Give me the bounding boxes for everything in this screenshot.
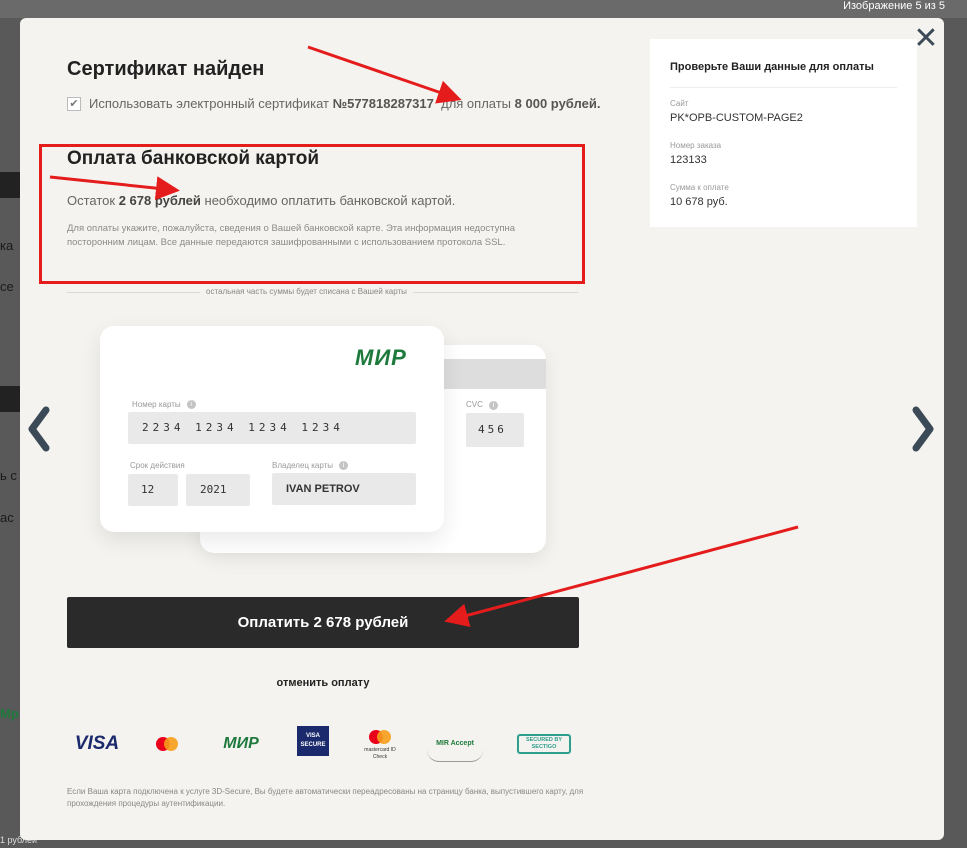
cvc-input[interactable]: 456 xyxy=(466,413,524,447)
expiry-month-input[interactable]: 12 xyxy=(128,474,178,506)
sectigo-logo: SECURED BY SECTIGO xyxy=(517,734,571,754)
image-counter: Изображение 5 из 5 xyxy=(843,0,945,12)
checkbox-checked-icon[interactable]: ✔ xyxy=(67,96,81,111)
mastercard-logo xyxy=(147,726,187,762)
prev-arrow-icon[interactable] xyxy=(24,406,54,452)
order-value: 123133 xyxy=(670,154,707,166)
mir-logo: МИР xyxy=(355,345,407,370)
security-note: Для оплаты укажите, пожалуйста, сведения… xyxy=(67,223,515,248)
next-arrow-icon[interactable] xyxy=(908,406,938,452)
remaining-amount: 2 678 рублей xyxy=(118,193,201,208)
card-front: МИР Номер карты i 2234 1234 1234 1234 Сро… xyxy=(100,326,444,532)
cert-number: №577818287317 xyxy=(332,96,434,111)
site-label: Сайт xyxy=(670,99,689,108)
info-icon: i xyxy=(488,401,498,410)
card-number-label: Номер карты i xyxy=(132,400,196,409)
background-stripe xyxy=(0,172,20,198)
pay-button[interactable]: Оплатить 2 678 рублей xyxy=(67,597,579,648)
card-number-input[interactable]: 2234 1234 1234 1234 xyxy=(128,412,416,444)
cancel-payment-link[interactable]: отменить оплату xyxy=(20,677,626,689)
holder-input[interactable]: IVAN PETROV xyxy=(272,473,416,505)
mir-accept-logo: MIR Accept xyxy=(427,726,483,762)
visa-secure-logo: VISA SECURE xyxy=(297,726,329,756)
image-lightbox: ✕ Сертификат найден ✔ Использовать элект… xyxy=(20,18,944,840)
3d-secure-note: Если Ваша карта подключена к услуге 3D-S… xyxy=(67,787,584,808)
mastercard-idcheck-logo: mastercard ID Check xyxy=(363,726,397,762)
expiry-year-input[interactable]: 2021 xyxy=(186,474,250,506)
background-fragment: ка xyxy=(0,238,14,253)
cert-text-for: для оплаты xyxy=(441,96,512,111)
expiry-label: Срок действия xyxy=(130,461,185,470)
holder-label: Владелец карты i xyxy=(272,461,349,470)
background-stripe xyxy=(0,386,20,412)
summary-divider xyxy=(670,87,897,88)
background-fragment: ас xyxy=(0,510,14,525)
sum-value: 10 678 руб. xyxy=(670,196,728,208)
background-fragment: ь с xyxy=(0,468,17,483)
cert-text-use: Использовать электронный сертификат xyxy=(89,96,329,111)
info-icon: i xyxy=(186,400,196,409)
order-label: Номер заказа xyxy=(670,141,722,150)
remaining-amount-text: Остаток 2 678 рублей необходимо оплатить… xyxy=(67,193,456,208)
summary-title: Проверьте Ваши данные для оплаты xyxy=(670,61,874,73)
info-icon: i xyxy=(339,461,349,470)
payment-summary-panel: Проверьте Ваши данные для оплаты Сайт PK… xyxy=(650,39,917,227)
sum-label: Сумма к оплате xyxy=(670,183,729,192)
certificate-checkbox-row[interactable]: ✔ Использовать электронный сертификат №5… xyxy=(67,96,600,111)
payment-logos: VISA МИР VISA SECURE mastercard ID Check… xyxy=(67,726,587,762)
visa-logo: VISA xyxy=(74,733,120,754)
background-fragment: Мр xyxy=(0,706,19,721)
mir-payment-logo: МИР xyxy=(223,735,259,752)
site-value: PK*OPB-CUSTOM-PAGE2 xyxy=(670,112,803,124)
cert-amount: 8 000 рублей. xyxy=(514,96,601,111)
background-fragment: се xyxy=(0,279,14,294)
background-header xyxy=(0,0,967,18)
card-payment-title: Оплата банковской картой xyxy=(67,148,320,169)
cvc-label: CVC i xyxy=(466,400,498,410)
divider-text: остальная часть суммы будет списана с Ва… xyxy=(200,287,413,296)
certificate-title: Сертификат найден xyxy=(67,58,265,80)
